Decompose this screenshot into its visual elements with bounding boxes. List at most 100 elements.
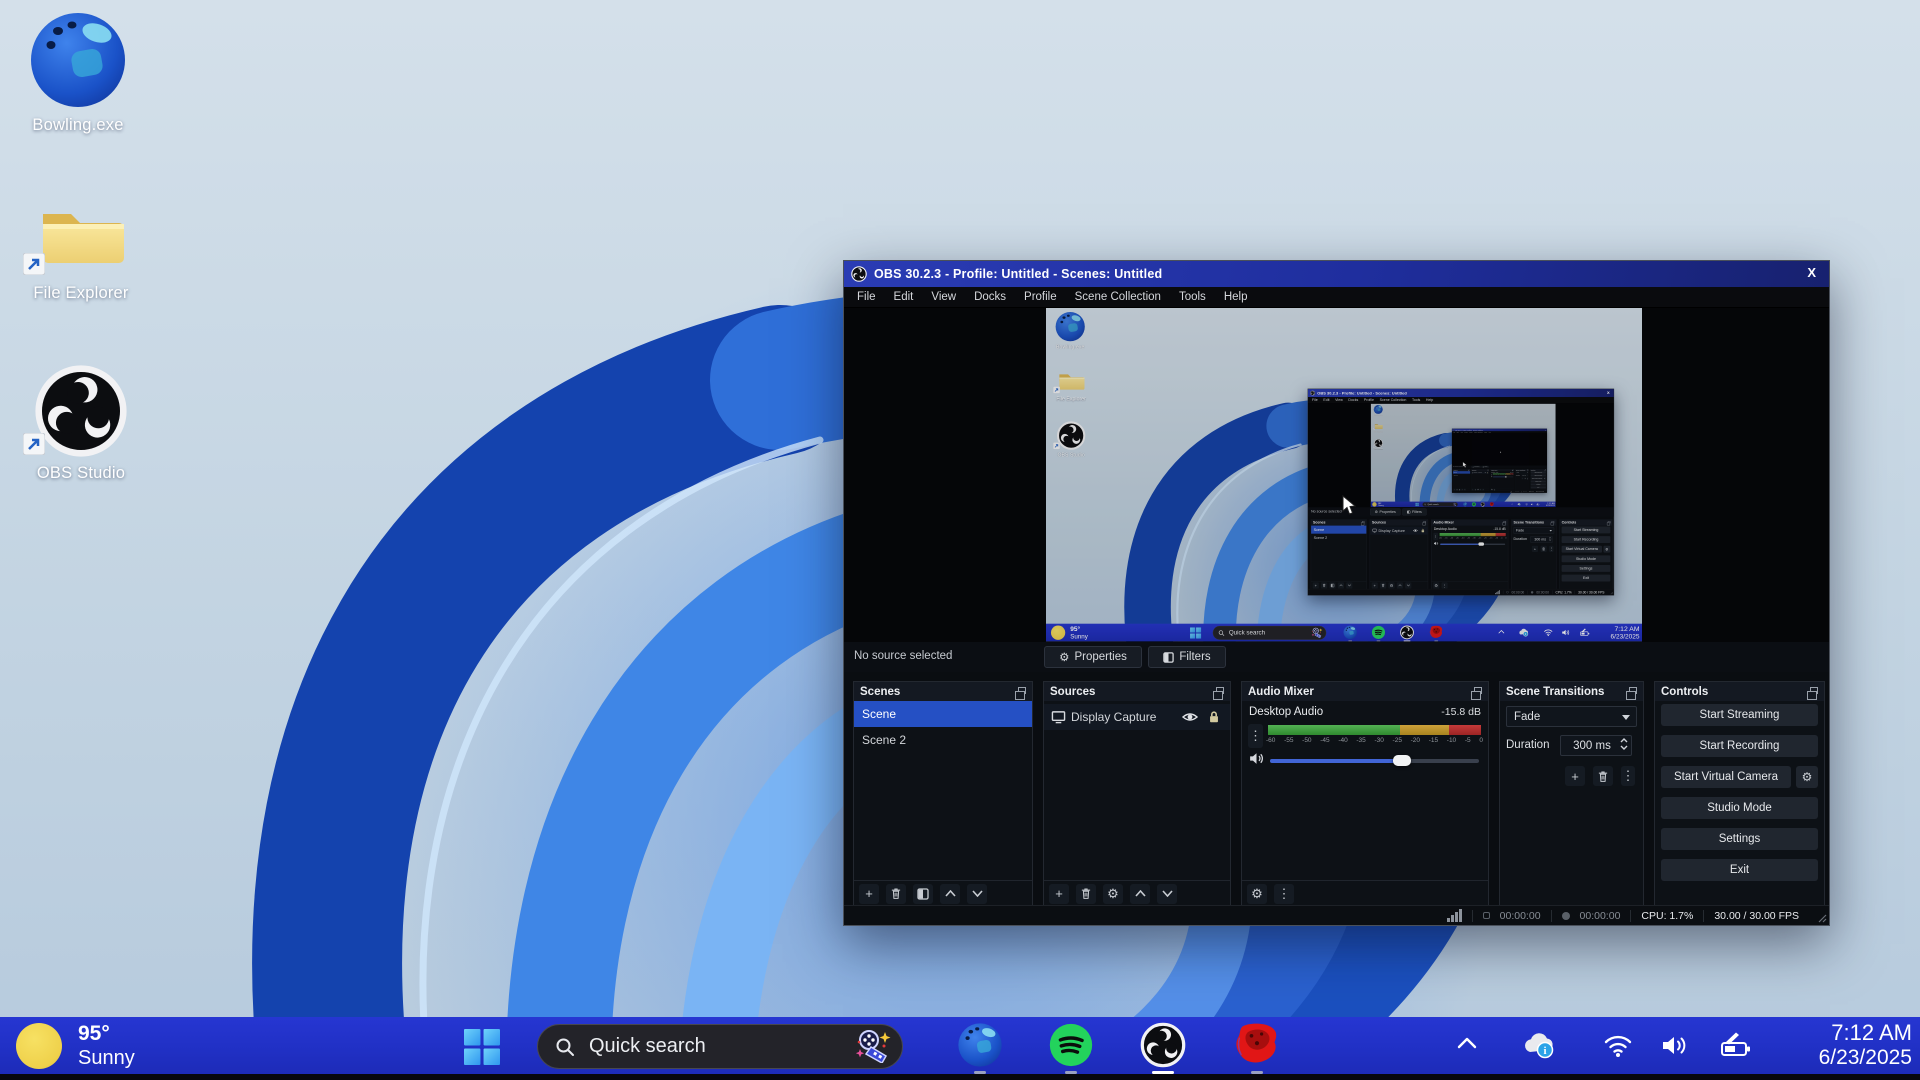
menu-docks[interactable]: Docks [965,291,1015,303]
lock-icon[interactable] [1207,710,1221,724]
menu-help[interactable]: Help [1215,291,1257,303]
scene-up-button[interactable] [940,884,960,904]
menu-profile: Profile [1469,432,1474,433]
taskbar: 95° Sunny Quick search [1371,502,1556,507]
menu-file[interactable]: File [848,291,885,303]
visibility-eye-icon[interactable] [1182,711,1198,723]
menu-view[interactable]: View [922,291,965,303]
monitor-icon [1472,472,1473,473]
filters-button: Filters [1481,466,1489,468]
popout-icon[interactable] [1474,687,1482,694]
filters-button[interactable]: Filters [1148,646,1226,668]
popout-icon[interactable] [1810,687,1818,694]
properties-button[interactable]: ⚙ Properties [1044,646,1142,668]
popout-icon[interactable] [1018,687,1026,694]
pen-battery-icon [1536,503,1540,506]
desktop-icon-label: OBS Studio [21,464,141,483]
mixer-options-kebab-icon[interactable]: ⋮ [1248,724,1263,748]
add-source-button[interactable]: + [1049,884,1069,904]
add-scene-button[interactable]: + [859,884,879,904]
taskbar-app-red[interactable] [1234,1022,1280,1068]
volume-icon[interactable] [1660,1032,1690,1058]
wifi-icon[interactable] [1602,1032,1634,1058]
virtual-camera-gear-icon[interactable]: ⚙ [1796,766,1818,788]
taskbar-app-obs [1400,625,1414,639]
desktop-icon-bowling[interactable]: Bowling.exe [18,10,138,135]
scene-down-button[interactable] [967,884,987,904]
desktop-icon-file-explorer[interactable]: File Explorer [21,182,141,303]
taskbar-app-bowling[interactable] [957,1022,1003,1068]
source-up-button[interactable] [1130,884,1150,904]
spin-down-icon[interactable] [1620,745,1628,750]
taskbar-app-obs[interactable] [1140,1022,1186,1068]
search-highlight-movie-icon [1453,503,1456,506]
transition-select[interactable]: Fade [1506,706,1637,727]
volume-icon [1531,503,1534,506]
mixer-options-kebab-icon: ⋮ [1433,533,1438,540]
spin-up-icon[interactable] [1620,738,1628,743]
taskbar-app-obs [1481,502,1485,506]
meter-scale: -60-55 -50-45 -40-35 -30-25 -20-15 -10-5… [1439,537,1506,539]
source-properties-button[interactable]: ⚙ [1103,884,1123,904]
volume-slider [1493,476,1513,477]
desktop-icon-obs-studio[interactable]: OBS Studio [21,364,141,483]
add-transition-button[interactable]: + [1565,766,1585,786]
popout-icon[interactable] [1629,687,1637,694]
scene-item-selected: Scene [1453,471,1470,474]
preview-area[interactable]: Bowling.exe File Explorer OBS Studio OBS… [844,308,1829,642]
scene-item[interactable]: Scene 2 [854,727,1032,753]
advanced-audio-gear-icon[interactable]: ⚙ [1247,884,1267,904]
menu-scene-collection[interactable]: Scene Collection [1066,291,1170,303]
volume-slider[interactable] [1270,756,1479,766]
sources-dock: Sources Display Capture + ⚙ [1370,519,1428,589]
settings-button[interactable]: Settings [1661,828,1818,850]
pen-battery-icon[interactable] [1714,1031,1754,1059]
scenes-title: Scenes [1454,470,1458,471]
start-streaming-button[interactable]: Start Streaming [1661,704,1818,726]
obs-titlebar[interactable]: OBS 30.2.3 - Profile: Untitled - Scenes:… [844,261,1829,287]
stats-bars-icon [1447,909,1462,922]
spin-down-icon [1549,539,1551,541]
onedrive-cloud-info-icon[interactable]: i [1520,1030,1556,1060]
remove-source-button[interactable] [1076,884,1096,904]
tray-chevron-up-icon[interactable] [1456,1036,1478,1050]
wifi-icon [1525,503,1528,506]
source-down-button [1405,582,1411,588]
sources-title: Sources [1472,470,1476,471]
start-recording-button[interactable]: Start Recording [1661,735,1818,757]
weather-temp: 95° [78,1022,135,1046]
duration-spinbox[interactable]: 300 ms [1560,735,1632,756]
resize-grip[interactable] [1818,914,1827,923]
volume-slider-handle[interactable] [1393,755,1411,766]
menu-tools[interactable]: Tools [1170,291,1215,303]
scene-transitions-dock: Scene Transitions Fade Duration 300 ms +… [1511,519,1556,589]
mouse-cursor [1342,495,1357,516]
add-transition-button: + [1532,546,1538,552]
menu-profile[interactable]: Profile [1015,291,1066,303]
transition-kebab-icon[interactable]: ⋮ [1621,766,1635,786]
remove-transition-button[interactable] [1593,766,1613,786]
search-box[interactable]: Quick search [537,1024,903,1069]
source-item-display-capture[interactable]: Display Capture [1044,704,1230,730]
exit-button[interactable]: Exit [1661,859,1818,881]
popout-icon[interactable] [1216,687,1224,694]
remove-scene-button[interactable] [886,884,906,904]
scene-filters-button[interactable] [913,884,933,904]
cpu-usage: CPU: 1.7% [1529,491,1534,492]
close-icon[interactable]: X [1807,265,1816,280]
weather-widget[interactable]: 95° Sunny [16,1022,135,1070]
popout-icon [1504,521,1506,523]
source-down-button[interactable] [1157,884,1177,904]
taskbar-app-spotify[interactable] [1048,1022,1094,1068]
start-virtual-camera-button[interactable]: Start Virtual Camera [1661,766,1791,788]
menu-edit[interactable]: Edit [885,291,923,303]
studio-mode-button[interactable]: Studio Mode [1661,797,1818,819]
speaker-mute-icon[interactable] [1248,750,1265,767]
start-button[interactable] [463,1028,501,1066]
mixer-menu-kebab-icon: ⋮ [1493,489,1495,491]
start-virtual-camera-button: Start Virtual Camera [1562,546,1602,553]
taskbar-clock: 7:12 AM 6/23/2025 [1611,625,1640,641]
scene-item-selected[interactable]: Scene [854,701,1032,727]
taskbar-clock[interactable]: 7:12 AM 6/23/2025 [1819,1020,1912,1070]
mixer-menu-kebab-icon[interactable]: ⋮ [1274,884,1294,904]
